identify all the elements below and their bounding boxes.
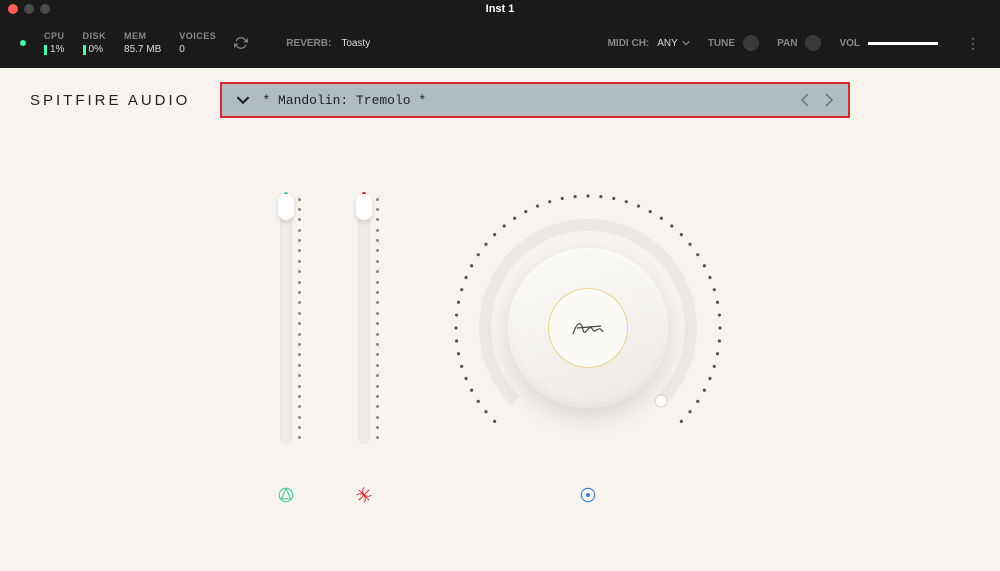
slider-thumb[interactable] xyxy=(278,194,294,220)
status-toolbar: CPU 1% DISK 0% MEM 85.7 MB VOICES 0 REVE… xyxy=(0,18,1000,68)
mem-label: MEM xyxy=(124,31,161,41)
reverb-value: Toasty xyxy=(341,38,370,49)
window-titlebar: Inst 1 xyxy=(0,0,1000,18)
disk-label: DISK xyxy=(83,31,107,41)
reverb-selector[interactable]: REVERB: Toasty xyxy=(286,38,370,49)
tune-control[interactable]: TUNE xyxy=(708,35,759,51)
voices-value: 0 xyxy=(179,44,216,55)
midi-value: ANY xyxy=(657,38,678,49)
main-knob[interactable] xyxy=(448,188,728,468)
slider-scale xyxy=(376,198,379,440)
dynamics-icon xyxy=(355,486,373,504)
knob-body[interactable] xyxy=(508,248,668,408)
dynamics-slider-group xyxy=(350,194,378,504)
mem-stat: MEM 85.7 MB xyxy=(124,31,161,55)
knob-center xyxy=(548,288,628,368)
cpu-stat: CPU 1% xyxy=(44,31,65,55)
brand-logo: SPITFIRE AUDIO xyxy=(30,92,190,109)
pan-knob[interactable] xyxy=(805,35,821,51)
voices-label: VOICES xyxy=(179,31,216,41)
maximize-window-button[interactable] xyxy=(40,4,50,14)
preset-selector[interactable]: * Mandolin: Tremolo * xyxy=(220,82,850,118)
tune-label: TUNE xyxy=(708,38,735,49)
slider-scale xyxy=(298,198,301,440)
disk-stat: DISK 0% xyxy=(83,31,107,55)
preset-name: * Mandolin: Tremolo * xyxy=(262,93,788,108)
slider-thumb[interactable] xyxy=(356,194,372,220)
volume-control[interactable]: VOL xyxy=(839,38,938,49)
expression-icon xyxy=(277,486,295,504)
midi-label: MIDI CH: xyxy=(608,38,650,49)
expression-slider-group xyxy=(272,194,300,504)
voices-stat: VOICES 0 xyxy=(179,31,216,55)
pan-control[interactable]: PAN xyxy=(777,35,821,51)
volume-slider[interactable] xyxy=(868,42,938,45)
cpu-meter-icon xyxy=(44,45,47,55)
pan-label: PAN xyxy=(777,38,797,49)
preset-prev-icon[interactable] xyxy=(800,93,810,107)
preset-next-icon[interactable] xyxy=(824,93,834,107)
cpu-value: 1% xyxy=(50,44,64,55)
cpu-label: CPU xyxy=(44,31,65,41)
knob-position-indicator xyxy=(655,395,667,407)
chevron-down-icon xyxy=(682,39,690,47)
activity-indicator-icon xyxy=(20,40,26,46)
close-window-button[interactable] xyxy=(8,4,18,14)
minimize-window-button[interactable] xyxy=(24,4,34,14)
plugin-main-area: SPITFIRE AUDIO * Mandolin: Tremolo * xyxy=(0,68,1000,571)
expression-slider[interactable] xyxy=(272,194,300,464)
reverb-label: REVERB: xyxy=(286,38,331,49)
chevron-down-icon xyxy=(236,93,250,107)
more-menu-icon[interactable]: ⋮ xyxy=(966,35,980,52)
refresh-icon[interactable] xyxy=(234,36,248,50)
reverb-icon xyxy=(579,486,597,509)
midi-channel-selector[interactable]: MIDI CH: ANY xyxy=(608,38,690,49)
signature-logo-icon xyxy=(571,316,605,340)
dynamics-slider[interactable] xyxy=(350,194,378,464)
disk-meter-icon xyxy=(83,45,86,55)
disk-value: 0% xyxy=(89,44,103,55)
traffic-lights xyxy=(8,4,50,14)
tune-knob[interactable] xyxy=(743,35,759,51)
mem-value: 85.7 MB xyxy=(124,44,161,55)
window-title: Inst 1 xyxy=(486,3,515,15)
vol-label: VOL xyxy=(839,38,860,49)
